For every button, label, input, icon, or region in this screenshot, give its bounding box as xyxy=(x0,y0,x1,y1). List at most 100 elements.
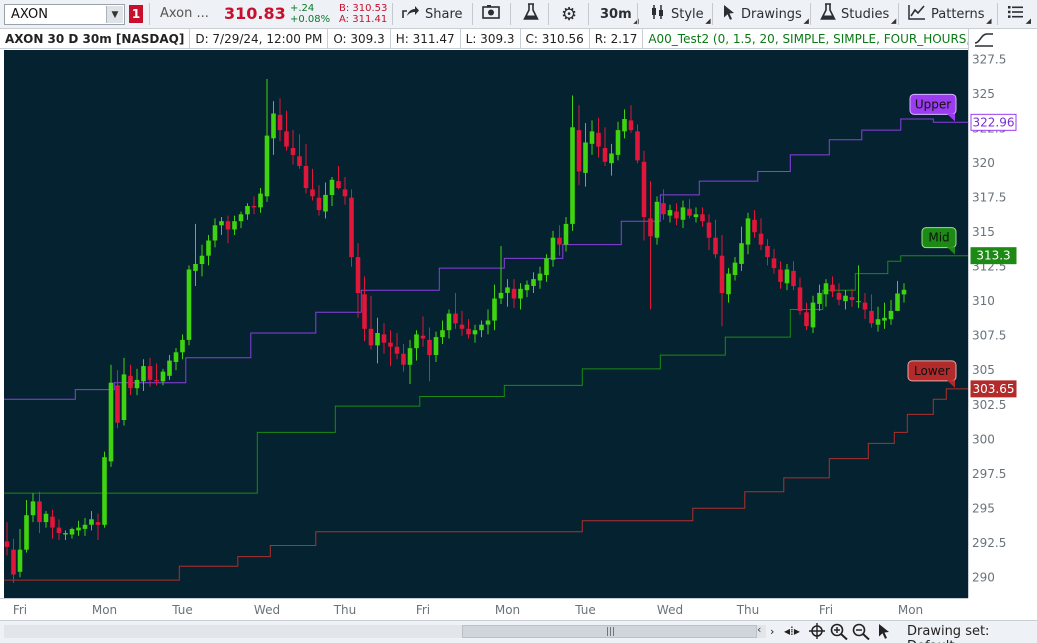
toolbar-divider xyxy=(997,3,998,25)
candle-body xyxy=(154,379,159,382)
candle-body xyxy=(24,515,29,550)
dropdown-triangle-icon: ◢ xyxy=(705,17,711,25)
candle-body xyxy=(589,131,595,144)
bar-date: D: 7/29/24, 12:00 PM xyxy=(190,28,329,49)
candle-body xyxy=(609,153,614,164)
candle-body xyxy=(43,513,49,523)
dropdown-triangle-icon: ◢ xyxy=(1025,17,1031,25)
symbol-selector[interactable]: AXON ▼ xyxy=(4,4,125,25)
candle-body xyxy=(732,262,738,275)
candle-body xyxy=(498,292,504,299)
candle-body xyxy=(680,207,686,220)
price-axis[interactable]: 327.5325322.5320317.5315312.5310307.5305… xyxy=(968,29,1037,598)
candle-body xyxy=(30,501,36,516)
time-tick-label: Tue xyxy=(574,603,596,617)
price-tick-label: 295 xyxy=(972,501,995,515)
snapshot-button[interactable] xyxy=(482,3,500,25)
symbol-input[interactable]: AXON xyxy=(11,7,48,22)
candle-body xyxy=(810,302,816,328)
candle-body xyxy=(758,233,764,245)
toolbar-divider xyxy=(898,3,899,25)
crosshair-icon[interactable] xyxy=(809,623,825,643)
beaker-button[interactable] xyxy=(523,3,539,25)
candle-body xyxy=(115,385,120,423)
time-tick-label: Mon xyxy=(495,603,520,617)
price-tick-label: 315 xyxy=(972,225,995,239)
style-button[interactable]: Style ◢ xyxy=(650,3,711,25)
bid-ask: B: 310.53 A: 311.41 xyxy=(339,3,387,25)
candle-body xyxy=(37,501,42,523)
zoom-out-icon[interactable] xyxy=(852,623,870,643)
candle-body xyxy=(271,113,276,139)
candle-body xyxy=(362,294,367,329)
candle-body xyxy=(303,165,309,188)
chart-status-bar: ||| ‹ › ◂⁞▸ Drawing set: Default xyxy=(0,620,1037,643)
patterns-button[interactable]: Patterns ◢ xyxy=(908,3,992,25)
toolbar-divider xyxy=(149,3,150,25)
cursor-arrow-icon xyxy=(722,4,736,24)
pointer-icon[interactable] xyxy=(877,623,891,643)
settings-button[interactable]: ⚙ xyxy=(561,3,577,25)
studies-button[interactable]: Studies ◢ xyxy=(820,3,896,25)
toolbar-divider xyxy=(392,3,393,25)
candle-body xyxy=(82,524,88,529)
drawing-set-selector[interactable]: Drawing set: Default xyxy=(907,624,1037,643)
scroll-right-icon[interactable]: › xyxy=(770,625,774,638)
link-group-badge[interactable]: 1 xyxy=(129,5,143,23)
candle-body xyxy=(641,161,647,217)
scrollbar-thumb[interactable]: ||| xyxy=(462,625,757,638)
candle-body xyxy=(505,287,510,293)
price-chart-svg[interactable]: Upper Mid Lower xyxy=(3,50,999,598)
candle-body xyxy=(134,379,140,389)
candle-body xyxy=(102,457,107,525)
scroll-left-icon[interactable]: ‹ xyxy=(757,623,761,636)
time-axis[interactable]: Fri Mon Tue Wed Thu Fri Mon Tue Wed Thu Fri Mon xyxy=(0,598,968,620)
candle-body xyxy=(674,211,679,219)
price-tick-label: 292.5 xyxy=(972,536,1006,550)
menu-list-icon xyxy=(1008,5,1024,23)
price-chart-area[interactable]: Upper Mid Lower xyxy=(3,50,999,598)
bubble-label-lower: Lower xyxy=(914,364,950,378)
candle-body xyxy=(661,203,666,215)
zoom-in-icon[interactable] xyxy=(830,623,848,643)
price-tick-label: 310 xyxy=(972,294,995,308)
drawings-button[interactable]: Drawings ◢ xyxy=(722,3,809,25)
candle-body xyxy=(550,237,556,260)
chevron-down-icon[interactable]: ▼ xyxy=(106,6,123,23)
candlestick-icon xyxy=(650,4,666,24)
candle-body xyxy=(583,142,588,173)
price-axis-svg: 327.5325322.5320317.5315312.5310307.5305… xyxy=(970,53,1017,584)
dropdown-triangle-icon: ◢ xyxy=(986,17,992,25)
study-label[interactable]: A00_Test2 (0, 1.5, 20, SIMPLE, SIMPLE, F… xyxy=(643,29,991,49)
price-tick-label: 317.5 xyxy=(972,191,1006,205)
toolbar-divider xyxy=(588,3,589,25)
candle-body xyxy=(466,328,471,335)
candle-body xyxy=(232,221,237,230)
candle-body xyxy=(492,298,497,321)
candle-body xyxy=(329,179,335,195)
candle-body xyxy=(667,210,673,216)
candle-body xyxy=(856,301,861,303)
candle-body xyxy=(440,330,445,338)
menu-button[interactable]: ◢ xyxy=(1008,3,1031,25)
time-tick-label: Mon xyxy=(898,603,923,617)
price-tick-label: 320 xyxy=(972,156,995,170)
price-tick-label: 300 xyxy=(972,432,995,446)
price-tag-value-upper: 322.96 xyxy=(973,115,1015,129)
collapse-panel-button[interactable] xyxy=(973,30,995,48)
timeframe-button[interactable]: 30m ◢ xyxy=(600,3,639,26)
candle-body xyxy=(836,292,842,300)
gear-icon: ⚙ xyxy=(561,3,578,25)
fit-width-icon[interactable]: ◂⁞▸ xyxy=(784,624,800,638)
camera-icon xyxy=(482,4,500,24)
candle-body xyxy=(349,197,354,258)
candle-body xyxy=(11,549,16,575)
patterns-label: Patterns xyxy=(931,6,985,22)
candle-body xyxy=(596,132,601,147)
candle-body xyxy=(251,206,257,208)
horizontal-scrollbar[interactable]: ||| ‹ xyxy=(4,623,766,638)
candle-body xyxy=(180,339,185,353)
candle-body xyxy=(121,374,127,420)
share-button[interactable]: Share xyxy=(402,3,463,25)
chart-toolbar: AXON ▼ 1 Axon ... 310.83 +.24 +0.08% B: … xyxy=(0,0,1037,29)
